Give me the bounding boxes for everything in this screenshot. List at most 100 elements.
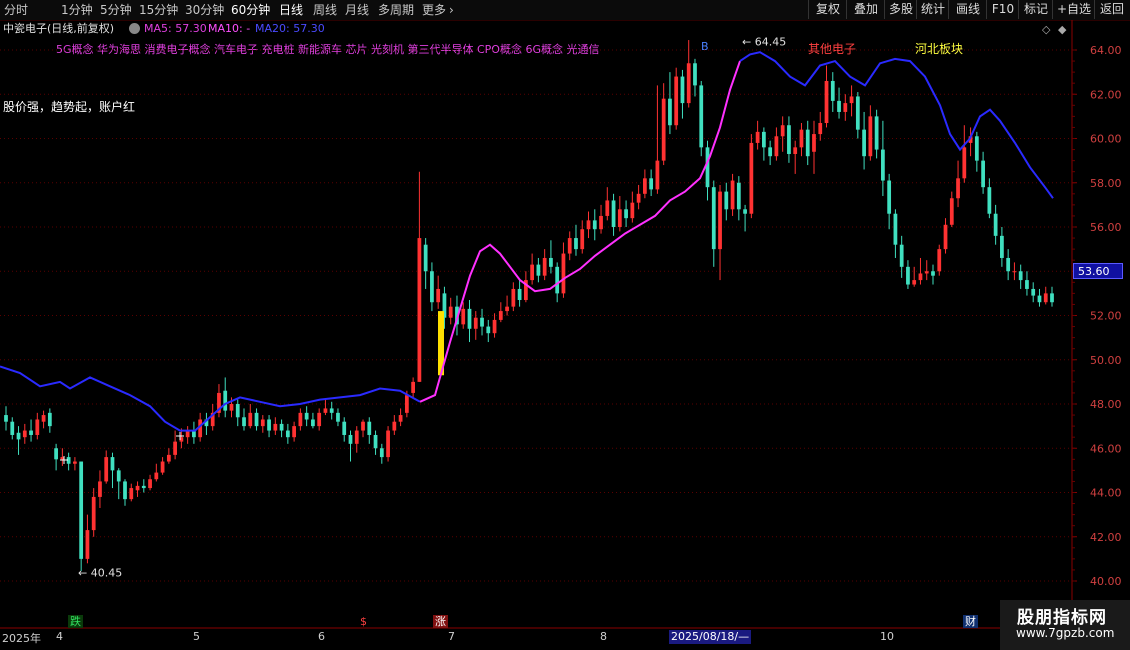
candle-body xyxy=(668,98,672,126)
candle-body xyxy=(762,131,766,148)
candle-body xyxy=(279,423,284,431)
candle-body xyxy=(448,306,453,318)
candle-body xyxy=(962,147,967,179)
y-tick-label: 48.00 xyxy=(1090,398,1122,411)
candle-body xyxy=(116,470,121,482)
candle-body xyxy=(73,461,77,464)
candle-body xyxy=(755,131,760,143)
candle-body xyxy=(787,125,791,154)
candle-body xyxy=(642,178,647,194)
candle-body xyxy=(461,308,466,325)
candle-body xyxy=(730,180,735,210)
candle-body xyxy=(1050,293,1054,303)
candle-body xyxy=(843,103,848,112)
candle-body xyxy=(874,116,879,150)
candle-body xyxy=(423,244,428,272)
watermark-url: www.7gpzb.com xyxy=(1016,626,1115,640)
candle-body xyxy=(467,308,472,329)
candle-body xyxy=(812,134,816,152)
candle-body xyxy=(242,417,246,427)
candle-body xyxy=(98,481,102,497)
candle-body xyxy=(724,191,729,210)
candle-body xyxy=(404,395,409,413)
candle-body xyxy=(54,448,58,460)
candle-body xyxy=(924,271,929,274)
candle-body xyxy=(79,461,84,559)
ma-line xyxy=(739,51,1054,199)
event-marker[interactable]: 财 xyxy=(963,615,978,628)
event-marker[interactable]: 跌 xyxy=(68,615,83,628)
y-tick-label: 58.00 xyxy=(1090,177,1122,190)
candle-body xyxy=(486,326,491,334)
candle-body xyxy=(505,306,509,312)
y-tick-label: 56.00 xyxy=(1090,221,1122,234)
candle-body xyxy=(317,412,322,427)
candle-body xyxy=(993,213,998,236)
candle-body xyxy=(768,147,773,157)
candle-body xyxy=(711,187,716,250)
max-price-label: ← 64.45 xyxy=(742,36,786,49)
candle-body xyxy=(749,142,754,214)
x-tick-label: 5 xyxy=(193,630,200,643)
candle-body xyxy=(949,198,954,225)
candle-body xyxy=(10,421,15,435)
event-marker[interactable]: 涨 xyxy=(433,615,448,628)
candle-body xyxy=(655,160,660,190)
candle-body xyxy=(1025,280,1029,289)
candle-body xyxy=(636,193,641,203)
candle-body xyxy=(386,430,390,458)
watermark-logo: 股朋指标网 www.7gpzb.com xyxy=(1000,600,1130,650)
candle-body xyxy=(586,220,591,230)
candle-body xyxy=(830,80,835,101)
candle-body xyxy=(1043,293,1048,303)
candle-body xyxy=(104,457,109,482)
candle-body xyxy=(549,257,553,267)
candle-body xyxy=(254,412,259,427)
candle-body xyxy=(1000,235,1004,258)
candle-body xyxy=(561,253,566,294)
ma-line-highlight xyxy=(419,60,741,403)
candle-body xyxy=(1006,257,1011,272)
candle-body xyxy=(956,178,960,199)
candle-body xyxy=(292,426,296,438)
ma-line xyxy=(0,365,421,432)
candle-body xyxy=(342,421,347,435)
candle-body xyxy=(855,96,860,130)
event-marker[interactable]: $ xyxy=(358,615,369,628)
candle-body xyxy=(680,76,685,104)
min-price-label: ← 40.45 xyxy=(78,567,122,580)
candle-body xyxy=(29,430,33,435)
candle-body xyxy=(298,412,303,427)
candle-body xyxy=(235,404,240,418)
candle-body xyxy=(674,76,679,126)
candle-body xyxy=(818,123,823,135)
candle-body xyxy=(480,317,484,327)
candle-body xyxy=(824,80,829,124)
candle-body xyxy=(323,408,328,413)
candle-body xyxy=(780,125,785,137)
candle-body xyxy=(736,182,741,210)
candle-body xyxy=(617,209,622,227)
candle-body xyxy=(881,149,885,181)
candle-body xyxy=(379,448,384,458)
candle-body xyxy=(592,220,597,230)
y-tick-label: 62.00 xyxy=(1090,88,1122,101)
candle-body xyxy=(141,485,146,489)
candle-body xyxy=(937,249,942,272)
candle-body xyxy=(981,160,985,188)
candle-body xyxy=(1031,288,1036,296)
x-tick-label: 10 xyxy=(880,630,894,643)
candle-body xyxy=(267,419,271,431)
candle-body xyxy=(574,238,578,250)
candle-body xyxy=(849,96,854,104)
candle-body xyxy=(229,404,234,411)
candle-body xyxy=(868,116,873,157)
y-tick-label: 50.00 xyxy=(1090,354,1122,367)
candle-body xyxy=(248,412,253,427)
candle-body xyxy=(273,423,278,431)
candle-body xyxy=(4,415,8,422)
kline-chart[interactable]: 64.0062.0060.0058.0056.0054.0052.0050.00… xyxy=(0,0,1130,650)
x-tick-label: 4 xyxy=(56,630,63,643)
candle-body xyxy=(774,136,779,157)
candle-body xyxy=(354,430,359,444)
